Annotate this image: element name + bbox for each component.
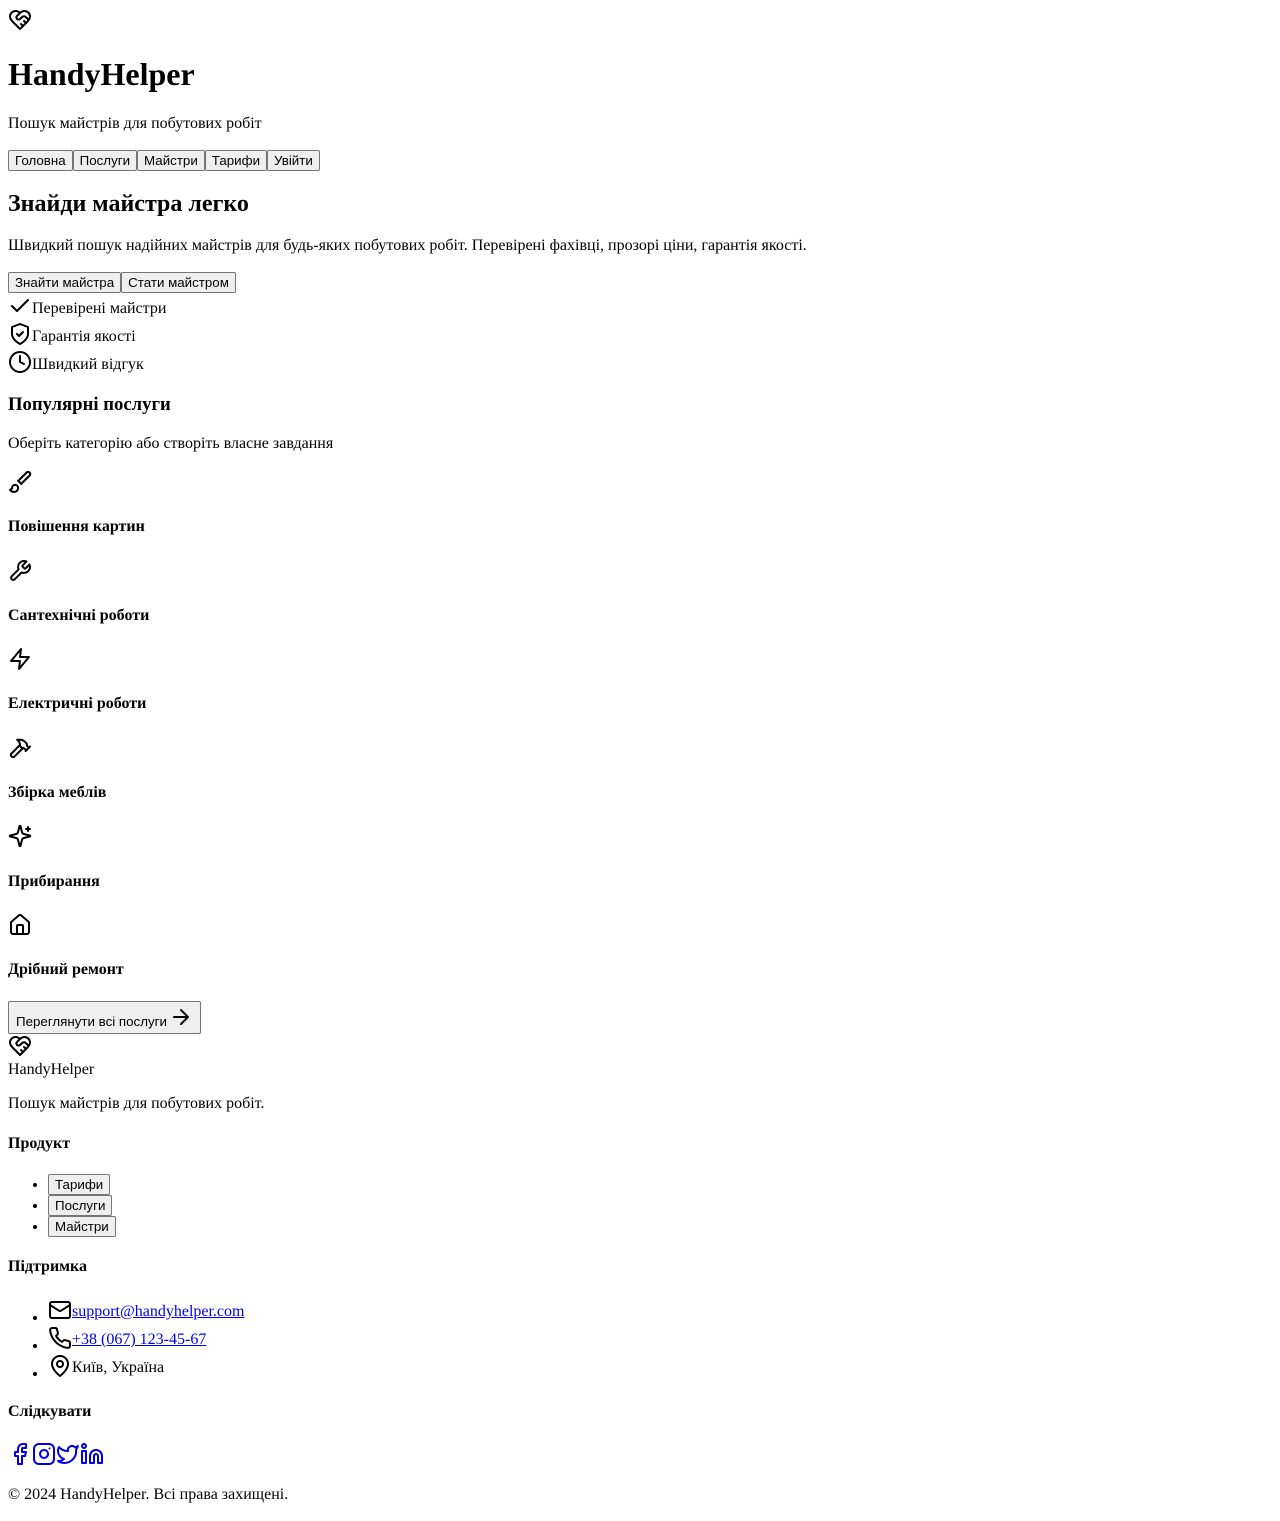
feature-guarantee: Гарантія якості — [8, 322, 136, 346]
footer-product-list: Тарифи Послуги Майстри — [8, 1174, 116, 1237]
footer-brand: HandyHelper — [8, 1061, 95, 1078]
instagram-icon — [33, 1443, 55, 1465]
list-item: support@handyhelper.com — [48, 1298, 244, 1326]
services-subtitle: Оберіть категорію або створіть власне за… — [8, 435, 334, 452]
become-master-button[interactable]: Стати майстром — [121, 272, 236, 293]
service-card-furniture[interactable] — [8, 736, 32, 760]
hammer-icon — [9, 738, 31, 759]
site-title: HandyHelper — [8, 56, 195, 92]
footer-masters-button[interactable]: Майстри — [48, 1216, 116, 1237]
service-title[interactable]: Сантехнічні роботи — [8, 606, 149, 626]
site-tagline: Пошук майстрів для побутових робіт — [8, 115, 262, 132]
facebook-icon — [14, 1443, 27, 1465]
handshake-heart-icon — [9, 10, 31, 30]
copyright: © 2024 HandyHelper. Всі права захищені. — [8, 1486, 289, 1503]
footer-product-heading: Продукт — [8, 1135, 71, 1152]
linkedin-link[interactable] — [80, 1442, 104, 1466]
clock-icon — [9, 351, 31, 373]
nav-services-button[interactable]: Послуги — [72, 150, 138, 171]
instagram-link[interactable] — [32, 1442, 56, 1466]
list-item: Послуги — [48, 1195, 116, 1216]
service-card-plumbing[interactable] — [8, 559, 32, 583]
sparkles-icon — [8, 824, 32, 848]
shield-check-icon — [11, 323, 29, 345]
feature-verified: Перевірені майстри — [8, 294, 166, 318]
footer-support-heading: Підтримка — [8, 1258, 88, 1275]
twitter-icon — [57, 1445, 79, 1464]
twitter-link[interactable] — [56, 1442, 80, 1466]
list-item: Київ, Україна — [48, 1354, 244, 1382]
arrow-right-icon — [172, 1009, 189, 1025]
footer-contact-list: support@handyhelper.com +38 (067) 123-45… — [8, 1298, 244, 1382]
service-title[interactable]: Дрібний ремонт — [8, 960, 124, 980]
service-card-repair[interactable] — [8, 913, 32, 937]
home-icon — [10, 914, 30, 935]
nav-home-button[interactable]: Головна — [8, 150, 73, 171]
footer-description: Пошук майстрів для побутових робіт. — [8, 1095, 265, 1112]
list-item: Тарифи — [48, 1174, 116, 1195]
footer-logo — [8, 1034, 32, 1058]
service-card-pictures[interactable] — [8, 470, 32, 494]
lightning-icon — [10, 648, 30, 670]
handshake-heart-icon — [9, 1036, 31, 1056]
linkedin-icon — [81, 1443, 103, 1464]
list-item: +38 (067) 123-45-67 — [48, 1326, 244, 1354]
view-all-label: Переглянути всі послуги — [16, 1014, 167, 1029]
hero-title: Знайди майстра легко — [8, 191, 249, 217]
footer-pricing-button[interactable]: Тарифи — [48, 1174, 111, 1195]
social-links — [8, 1442, 104, 1466]
feature-label: Перевірені майстри — [32, 300, 167, 317]
feature-label: Швидкий відгук — [32, 356, 144, 373]
support-phone-link[interactable]: +38 (067) 123-45-67 — [72, 1330, 206, 1350]
nav-login-button[interactable]: Увійти — [267, 150, 320, 171]
map-pin-icon — [51, 1355, 69, 1377]
service-card-cleaning[interactable] — [8, 824, 32, 848]
hero-description: Швидкий пошук надійних майстрів для будь… — [8, 237, 807, 254]
phone-icon — [49, 1326, 72, 1349]
support-email-link[interactable]: support@handyhelper.com — [72, 1302, 244, 1322]
nav-pricing-button[interactable]: Тарифи — [204, 150, 268, 171]
logo — [8, 8, 32, 32]
address-text: Київ, Україна — [72, 1359, 165, 1376]
hero-actions: Знайти майстра Стати майстром — [8, 272, 236, 293]
wrench-icon — [10, 560, 31, 581]
paintbrush-icon — [9, 470, 32, 493]
facebook-link[interactable] — [8, 1442, 32, 1466]
view-all-services-button[interactable]: Переглянути всі послуги — [8, 1001, 201, 1034]
main-nav: Головна Послуги Майстри Тарифи Увійти — [8, 150, 320, 171]
service-title[interactable]: Збірка меблів — [8, 783, 106, 803]
nav-masters-button[interactable]: Майстри — [137, 150, 205, 171]
mail-icon — [49, 1301, 71, 1319]
find-master-button[interactable]: Знайти майстра — [8, 272, 122, 293]
check-icon — [11, 299, 29, 312]
service-title[interactable]: Повішення картин — [8, 517, 145, 537]
service-title[interactable]: Прибирання — [8, 872, 100, 892]
footer-follow-heading: Слідкувати — [8, 1403, 92, 1420]
service-card-electrical[interactable] — [8, 647, 32, 671]
feature-fast-response: Швидкий відгук — [8, 350, 144, 374]
list-item: Майстри — [48, 1216, 116, 1237]
footer-services-button[interactable]: Послуги — [48, 1195, 113, 1216]
service-title[interactable]: Електричні роботи — [8, 694, 146, 714]
services-title: Популярні послуги — [8, 394, 171, 415]
feature-label: Гарантія якості — [32, 328, 136, 345]
